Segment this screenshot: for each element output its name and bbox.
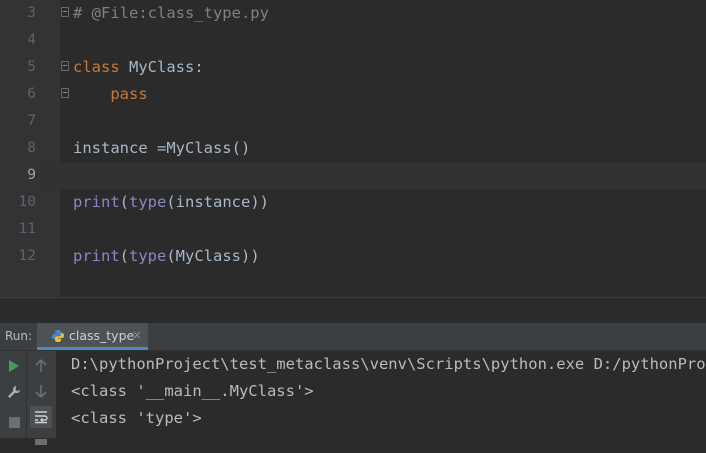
code-line[interactable]: 8 instance =MyClass() [0, 135, 706, 162]
stop-icon[interactable] [3, 411, 25, 433]
code-token: type [129, 193, 167, 211]
arrow-up-icon[interactable] [30, 355, 52, 377]
code-text: print(type(instance)) [73, 189, 269, 216]
code-text: print(type(MyClass)) [73, 243, 260, 270]
code-line[interactable]: 9 [0, 162, 706, 189]
code-line[interactable]: 11 [0, 216, 706, 243]
console-line: <class '__main__.MyClass'> [71, 382, 314, 400]
line-number: 12 [18, 248, 36, 264]
code-token: instance =MyClass() [73, 139, 251, 157]
code-line[interactable]: 6 pass [0, 81, 706, 108]
arrow-down-icon[interactable] [30, 380, 52, 402]
console-line: <class 'type'> [71, 409, 202, 427]
wrench-icon[interactable] [3, 381, 25, 403]
line-number: 3 [27, 5, 36, 21]
run-tab-label: class_type [69, 328, 135, 343]
line-number: 7 [27, 113, 36, 129]
code-text: # @File:class_type.py [73, 0, 269, 27]
soft-wrap-icon[interactable] [30, 406, 52, 428]
code-line[interactable]: 7 [0, 108, 706, 135]
line-number: 9 [0, 162, 36, 189]
console-line: D:\pythonProject\test_metaclass\venv\Scr… [71, 355, 706, 373]
code-token: print [73, 247, 120, 265]
code-token: type [129, 247, 167, 265]
line-number: 5 [27, 59, 36, 75]
code-token: ( [119, 193, 130, 211]
run-tool-window-header: Run: class_type × [0, 323, 706, 351]
code-token: print [73, 193, 120, 211]
console-output[interactable]: D:\pythonProject\test_metaclass\venv\Scr… [56, 351, 706, 438]
code-token: ( [119, 247, 130, 265]
code-token: MyClass: [119, 58, 204, 76]
editor-bottom-area [0, 298, 706, 323]
code-token: (MyClass)) [166, 247, 260, 265]
code-editor[interactable]: 3 # @File:class_type.py 4 5 class MyClass: 6 … [0, 0, 706, 297]
run-toolbar-secondary [27, 351, 56, 445]
code-token: pass [73, 85, 148, 103]
code-text: instance =MyClass() [73, 135, 250, 162]
code-line[interactable]: 3 # @File:class_type.py [0, 0, 706, 27]
line-number: 11 [18, 221, 36, 237]
line-number: 10 [18, 194, 36, 210]
fold-marker-icon[interactable] [61, 88, 69, 98]
close-icon[interactable]: × [132, 323, 142, 348]
run-panel-title: Run: [5, 329, 33, 343]
code-token: class [73, 58, 120, 76]
run-icon[interactable] [3, 355, 25, 377]
code-line[interactable]: 10 print(type(instance)) [0, 189, 706, 216]
fold-marker-icon[interactable] [61, 7, 69, 17]
code-line[interactable]: 5 class MyClass: [0, 54, 706, 81]
line-number: 6 [27, 86, 36, 102]
fold-marker-icon[interactable] [61, 61, 69, 71]
print-icon[interactable] [30, 431, 52, 453]
code-line[interactable]: 4 [0, 27, 706, 54]
run-toolbar-primary [0, 351, 27, 438]
code-text: pass [73, 81, 148, 108]
code-token: # @File:class_type.py [73, 4, 269, 22]
python-icon [52, 330, 64, 342]
code-token: (instance)) [166, 193, 269, 211]
line-number: 8 [27, 140, 36, 156]
code-text: class MyClass: [73, 54, 204, 81]
line-number: 4 [27, 32, 36, 48]
code-line[interactable]: 12 print(type(MyClass)) [0, 243, 706, 270]
run-tab-class-type[interactable]: class_type × [37, 323, 148, 350]
